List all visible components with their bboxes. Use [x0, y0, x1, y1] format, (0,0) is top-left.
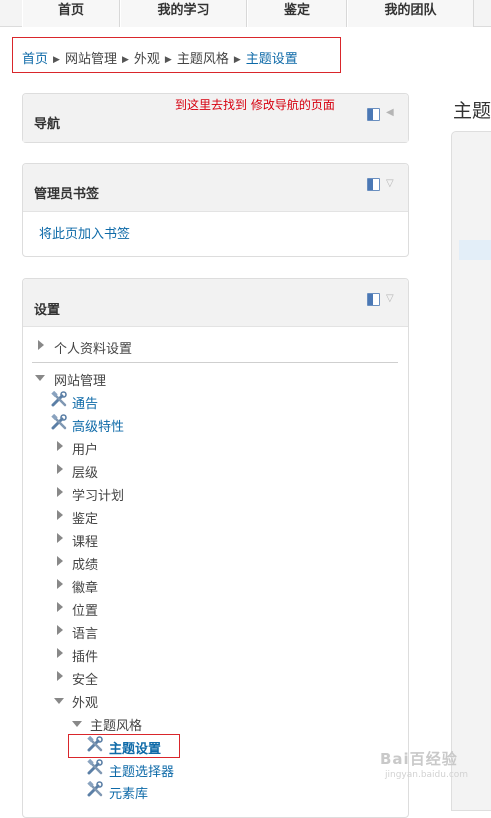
admin-bookmarks-block: 管理员书签 ▽ — [22, 163, 409, 257]
tree-item-element-library[interactable]: 元素库 — [109, 783, 148, 802]
chevron-down-icon[interactable]: ▽ — [386, 293, 394, 304]
breadcrumb-separator-icon: ▶ — [164, 55, 172, 65]
tree-item-notices[interactable]: 通告 — [72, 393, 98, 412]
tools-icon — [87, 759, 103, 775]
tools-icon — [87, 781, 103, 797]
nav-tab-my-team[interactable]: 我的团队 — [347, 0, 474, 27]
watermark-url: jingyan.baidu.com — [385, 770, 469, 780]
tree-item-profile-settings[interactable]: 个人资料设置 — [54, 338, 132, 357]
tree-item-security[interactable]: 安全 — [72, 669, 98, 688]
tree-item-users[interactable]: 用户 — [72, 439, 98, 458]
breadcrumb-separator-icon: ▶ — [233, 55, 241, 65]
breadcrumb-theme-settings[interactable]: 主题设置 — [246, 52, 298, 67]
expand-arrow-icon[interactable] — [57, 602, 63, 612]
tree-item-locations[interactable]: 位置 — [72, 600, 98, 619]
breadcrumb: 首页 ▶ 网站管理 ▶ 外观 ▶ 主题风格 ▶ 主题设置 — [22, 48, 298, 67]
nav-tab-appraisal[interactable]: 鉴定 — [247, 0, 347, 27]
tree-item-appearance[interactable]: 外观 — [72, 692, 98, 711]
settings-block-title: 设置 — [34, 303, 61, 318]
watermark: Bai百经验 — [380, 750, 458, 768]
expand-arrow-icon[interactable] — [57, 556, 63, 566]
bookmarks-block-title: 管理员书签 — [34, 187, 100, 202]
tree-item-plugins[interactable]: 插件 — [72, 646, 98, 665]
expand-arrow-icon[interactable] — [57, 579, 63, 589]
tree-item-appraisal[interactable]: 鉴定 — [72, 508, 98, 527]
tree-item-grades[interactable]: 成绩 — [72, 554, 98, 573]
tree-item-theme-selector[interactable]: 主题选择器 — [109, 761, 174, 780]
tree-item-badges[interactable]: 徽章 — [72, 577, 98, 596]
top-navigation: 首页 我的学习 鉴定 我的团队 — [0, 0, 491, 27]
expand-arrow-icon[interactable] — [57, 625, 63, 635]
annotation-note: 到这里去找到 修改导航的页面 — [175, 98, 335, 112]
settings-block-header — [23, 279, 408, 327]
content-row — [459, 240, 491, 260]
dock-icon[interactable] — [367, 293, 380, 306]
tree-item-advanced-features[interactable]: 高级特性 — [72, 416, 124, 435]
nav-tab-home[interactable]: 首页 — [22, 0, 120, 27]
expand-arrow-icon[interactable] — [57, 648, 63, 658]
dock-icon[interactable] — [367, 178, 380, 191]
tree-item-language[interactable]: 语言 — [72, 623, 98, 642]
expand-arrow-icon[interactable] — [57, 464, 63, 474]
collapse-arrow-icon[interactable] — [54, 698, 64, 704]
page-title: 主题 — [453, 100, 491, 122]
expand-arrow-icon[interactable] — [57, 671, 63, 681]
nav-tab-my-learning[interactable]: 我的学习 — [120, 0, 247, 27]
tools-icon — [51, 391, 67, 407]
tree-item-courses[interactable]: 课程 — [72, 531, 98, 550]
tools-icon — [51, 414, 67, 430]
expand-arrow-icon[interactable] — [38, 340, 44, 350]
expand-arrow-icon[interactable] — [57, 441, 63, 451]
tree-item-site-admin[interactable]: 网站管理 — [54, 370, 106, 389]
navigation-block-title: 导航 — [34, 117, 61, 132]
expand-arrow-icon[interactable] — [57, 533, 63, 543]
add-bookmark-link[interactable]: 将此页加入书签 — [39, 223, 130, 242]
tree-item-theme-settings[interactable]: 主题设置 — [109, 738, 161, 757]
breadcrumb-themes[interactable]: 主题风格 — [177, 52, 229, 67]
expand-arrow-icon[interactable] — [57, 487, 63, 497]
breadcrumb-separator-icon: ▶ — [121, 55, 129, 65]
collapse-left-icon[interactable]: ◀ — [386, 107, 394, 118]
tools-icon — [87, 736, 103, 752]
collapse-arrow-icon[interactable] — [72, 721, 82, 727]
expand-arrow-icon[interactable] — [57, 510, 63, 520]
dock-icon[interactable] — [367, 108, 380, 121]
tree-item-hierarchy[interactable]: 层级 — [72, 462, 98, 481]
main-content-panel — [451, 131, 491, 811]
collapse-arrow-icon[interactable] — [35, 375, 45, 381]
chevron-down-icon[interactable]: ▽ — [386, 178, 394, 189]
tree-item-themes[interactable]: 主题风格 — [90, 715, 142, 734]
breadcrumb-separator-icon: ▶ — [53, 55, 60, 65]
breadcrumb-site-admin[interactable]: 网站管理 — [65, 52, 117, 67]
tree-item-learning-plans[interactable]: 学习计划 — [72, 485, 124, 504]
breadcrumb-home[interactable]: 首页 — [22, 52, 48, 67]
divider — [32, 362, 398, 363]
breadcrumb-appearance[interactable]: 外观 — [134, 52, 160, 67]
